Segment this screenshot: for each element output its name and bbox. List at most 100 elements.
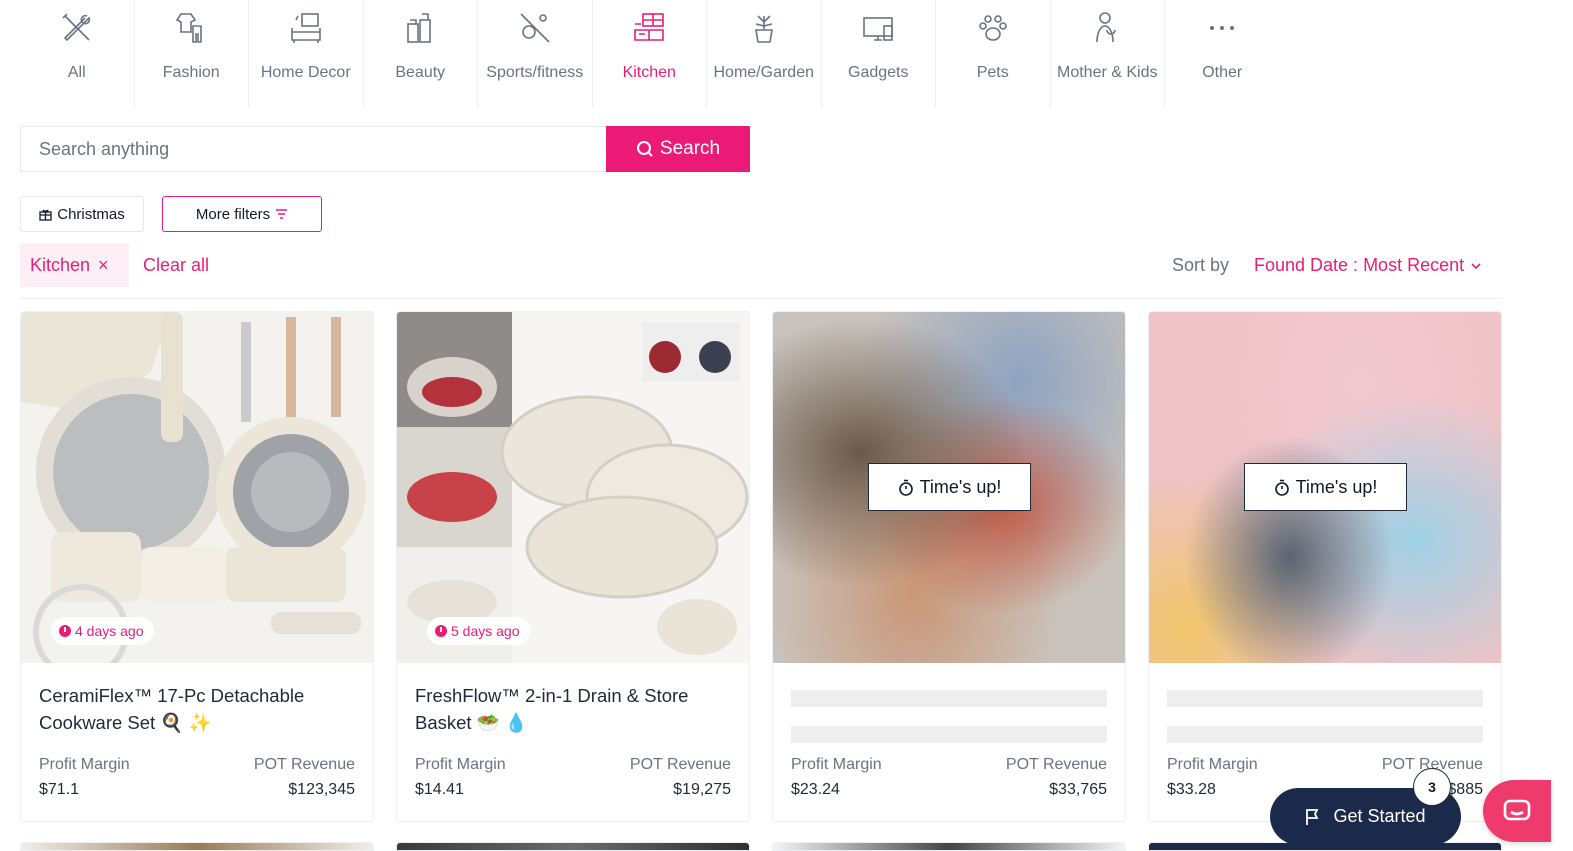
christmas-filter-label: Christmas <box>57 205 125 223</box>
category-other[interactable]: Other <box>1165 0 1280 108</box>
sort-dropdown[interactable]: Found Date : Most Recent <box>1254 255 1482 276</box>
category-home-decor[interactable]: Home Decor <box>249 0 364 108</box>
title-placeholder <box>1167 690 1483 707</box>
divider <box>20 298 1501 299</box>
next-row-card <box>396 842 750 851</box>
active-filter-label: Kitchen <box>30 254 91 275</box>
product-card-locked[interactable]: Time's up! Profit Margin POT Revenue $23… <box>772 311 1126 822</box>
category-beauty[interactable]: Beauty <box>364 0 478 108</box>
christmas-filter-button[interactable]: Christmas <box>20 196 144 232</box>
found-date-text: 4 days ago <box>75 623 144 639</box>
category-label: All <box>67 64 86 81</box>
search-input[interactable] <box>20 126 606 172</box>
get-started-count-badge: 3 <box>1413 768 1451 806</box>
remove-filter-icon[interactable]: × <box>98 255 109 276</box>
more-dots-icon <box>1210 26 1235 30</box>
paw-icon <box>978 15 1007 41</box>
category-gadgets[interactable]: Gadgets <box>822 0 936 108</box>
found-date-badge: 4 days ago <box>51 617 154 645</box>
search-bar: Search <box>20 126 750 172</box>
category-label: Sports/fitness <box>486 64 584 81</box>
found-date-badge: 5 days ago <box>427 617 530 645</box>
category-kitchen[interactable]: Kitchen <box>593 0 707 108</box>
profit-margin-label: Profit Margin <box>791 756 882 773</box>
cosmetics-icon <box>407 13 432 43</box>
category-label: Beauty <box>395 64 446 81</box>
clothing-icon <box>176 13 203 43</box>
pot-revenue-label: POT Revenue <box>629 756 731 773</box>
get-started-label: Get Started <box>1333 806 1426 826</box>
title-placeholder <box>791 726 1107 743</box>
plant-icon <box>754 15 773 43</box>
timer-icon <box>1274 479 1289 496</box>
times-up-label: Time's up! <box>919 476 1002 497</box>
chat-icon <box>1503 799 1531 821</box>
chevron-down-icon <box>1471 262 1481 269</box>
profit-margin-label: Profit Margin <box>415 756 506 773</box>
category-home-garden[interactable]: Home/Garden <box>707 0 822 108</box>
profit-margin-value: $71.1 <box>39 781 80 798</box>
flag-icon <box>1306 808 1319 825</box>
category-label: Home/Garden <box>713 64 815 81</box>
mother-child-icon <box>1096 12 1117 43</box>
profit-margin-value: $33.28 <box>1167 781 1216 798</box>
product-title: FreshFlow™ 2-in-1 Drain & Store Basket 🥗… <box>415 685 689 733</box>
sort-label: Sort by <box>1172 255 1230 275</box>
product-image: 4 days ago <box>21 312 373 663</box>
category-label: Home Decor <box>260 64 351 81</box>
times-up-label: Time's up! <box>1295 476 1378 497</box>
clock-icon <box>435 625 447 637</box>
product-title: CeramiFlex™ 17-Pc Detachable Cookware Se… <box>39 685 305 733</box>
search-button-label: Search <box>659 138 721 159</box>
profit-margin-value: $14.41 <box>415 781 464 798</box>
product-image: 5 days ago <box>397 312 749 663</box>
category-label: Kitchen <box>622 64 676 81</box>
search-button[interactable]: Search <box>606 126 750 172</box>
product-research-page: All Fashion Home Decor Beauty Sports/fit… <box>0 0 1573 851</box>
gift-icon <box>39 209 52 221</box>
filter-lines-icon <box>276 209 288 219</box>
category-fashion[interactable]: Fashion <box>135 0 249 108</box>
title-placeholder <box>791 690 1107 707</box>
category-mother-kids[interactable]: Mother & Kids <box>1051 0 1165 108</box>
pot-revenue-label: POT Revenue <box>253 756 355 773</box>
search-icon <box>636 141 653 157</box>
profit-margin-label: Profit Margin <box>39 756 130 773</box>
kitchen-icon <box>634 13 665 41</box>
clear-all-link[interactable]: Clear all <box>143 255 209 276</box>
sort-value: Found Date : Most Recent <box>1254 255 1465 275</box>
found-date-text: 5 days ago <box>451 623 520 639</box>
product-card[interactable]: 5 days ago FreshFlow™ 2-in-1 Drain & Sto… <box>396 311 750 822</box>
active-filter-chip: Kitchen × <box>20 243 129 287</box>
next-row-card <box>772 842 1126 851</box>
more-filters-button[interactable]: More filters <box>162 196 322 232</box>
blurred-product-image: Time's up! <box>1149 312 1501 663</box>
blurred-product-image: Time's up! <box>773 312 1125 663</box>
category-label: Other <box>1202 64 1243 81</box>
category-label: Mother & Kids <box>1057 64 1158 81</box>
pot-revenue-value: $123,345 <box>288 781 355 798</box>
next-row-card <box>20 842 374 851</box>
category-label: Pets <box>976 64 1009 81</box>
product-card[interactable]: 4 days ago CeramiFlex™ 17-Pc Detachable … <box>20 311 374 822</box>
devices-icon <box>863 17 894 41</box>
clock-icon <box>59 625 71 637</box>
more-filters-label: More filters <box>195 205 271 223</box>
title-placeholder <box>1167 726 1483 743</box>
category-label: Gadgets <box>848 64 909 81</box>
profit-margin-value: $23.24 <box>791 781 840 798</box>
times-up-button[interactable]: Time's up! <box>1244 463 1407 511</box>
chat-button[interactable] <box>1483 780 1551 842</box>
furniture-icon <box>290 13 321 43</box>
pot-revenue-value: $19,275 <box>673 781 731 798</box>
pot-revenue-label: POT Revenue <box>1005 756 1107 773</box>
tools-icon <box>62 13 90 42</box>
sports-icon <box>520 13 550 43</box>
category-sports-fitness[interactable]: Sports/fitness <box>478 0 593 108</box>
times-up-button[interactable]: Time's up! <box>868 463 1031 511</box>
product-card-locked[interactable]: Time's up! Profit Margin POT Revenue $33… <box>1148 311 1502 822</box>
profit-margin-label: Profit Margin <box>1167 756 1258 773</box>
category-all[interactable]: All <box>20 0 135 108</box>
timer-icon <box>898 479 913 496</box>
category-pets[interactable]: Pets <box>936 0 1051 108</box>
